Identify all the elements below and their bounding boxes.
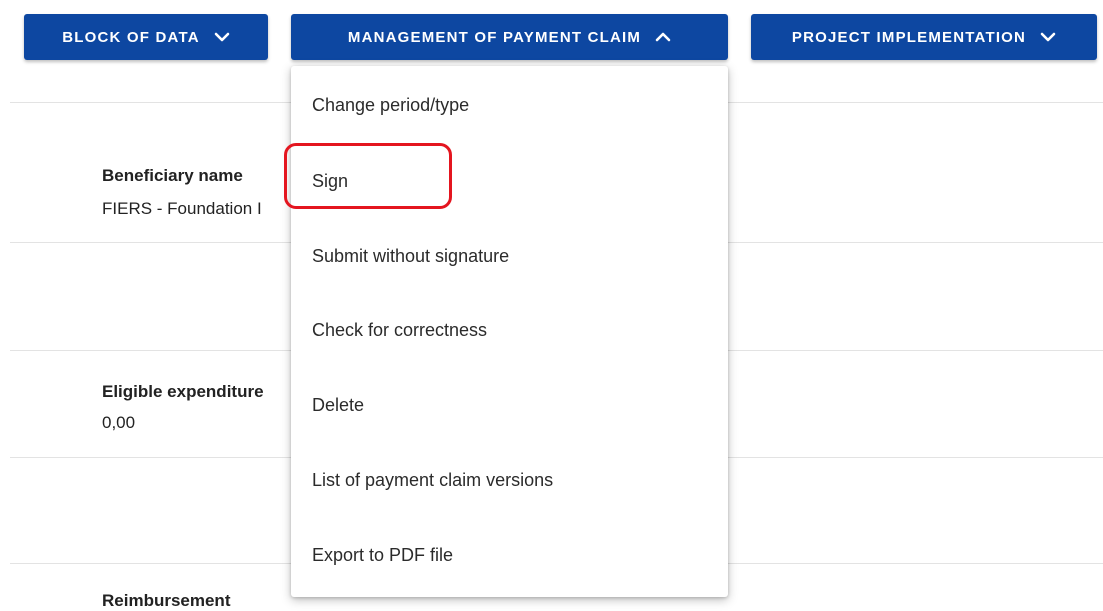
chevron-down-icon [214, 31, 230, 43]
menu-item-sign[interactable]: Sign [291, 151, 728, 211]
block-of-data-button[interactable]: BLOCK OF DATA [24, 14, 268, 60]
menu-item-check-for-correctness[interactable]: Check for correctness [291, 300, 728, 360]
management-label: MANAGEMENT OF PAYMENT CLAIM [347, 28, 642, 46]
beneficiary-name-label: Beneficiary name [102, 166, 243, 185]
menu-item-delete[interactable]: Delete [291, 375, 728, 435]
block-of-data-label: BLOCK OF DATA [62, 28, 200, 46]
eligible-expenditure-label: Eligible expenditure [102, 382, 264, 401]
chevron-up-icon [655, 31, 671, 43]
eligible-expenditure-value: 0,00 [102, 413, 136, 432]
reimbursement-label: Reimbursement [102, 591, 231, 610]
menu-item-submit-without-signature[interactable]: Submit without signature [291, 226, 728, 286]
management-of-payment-claim-button[interactable]: MANAGEMENT OF PAYMENT CLAIM [291, 14, 728, 60]
beneficiary-name-value: FIERS - Foundation I [102, 199, 262, 218]
chevron-down-icon [1040, 31, 1056, 43]
project-implementation-label: PROJECT IMPLEMENTATION [791, 28, 1027, 46]
menu-item-list-of-payment-claim-versions[interactable]: List of payment claim versions [291, 450, 728, 510]
management-dropdown-menu: Change period/type Sign Submit without s… [291, 66, 728, 597]
menu-item-change-period-type[interactable]: Change period/type [291, 75, 728, 135]
menu-item-export-to-pdf-file[interactable]: Export to PDF file [291, 525, 728, 585]
project-implementation-button[interactable]: PROJECT IMPLEMENTATION [751, 14, 1097, 60]
